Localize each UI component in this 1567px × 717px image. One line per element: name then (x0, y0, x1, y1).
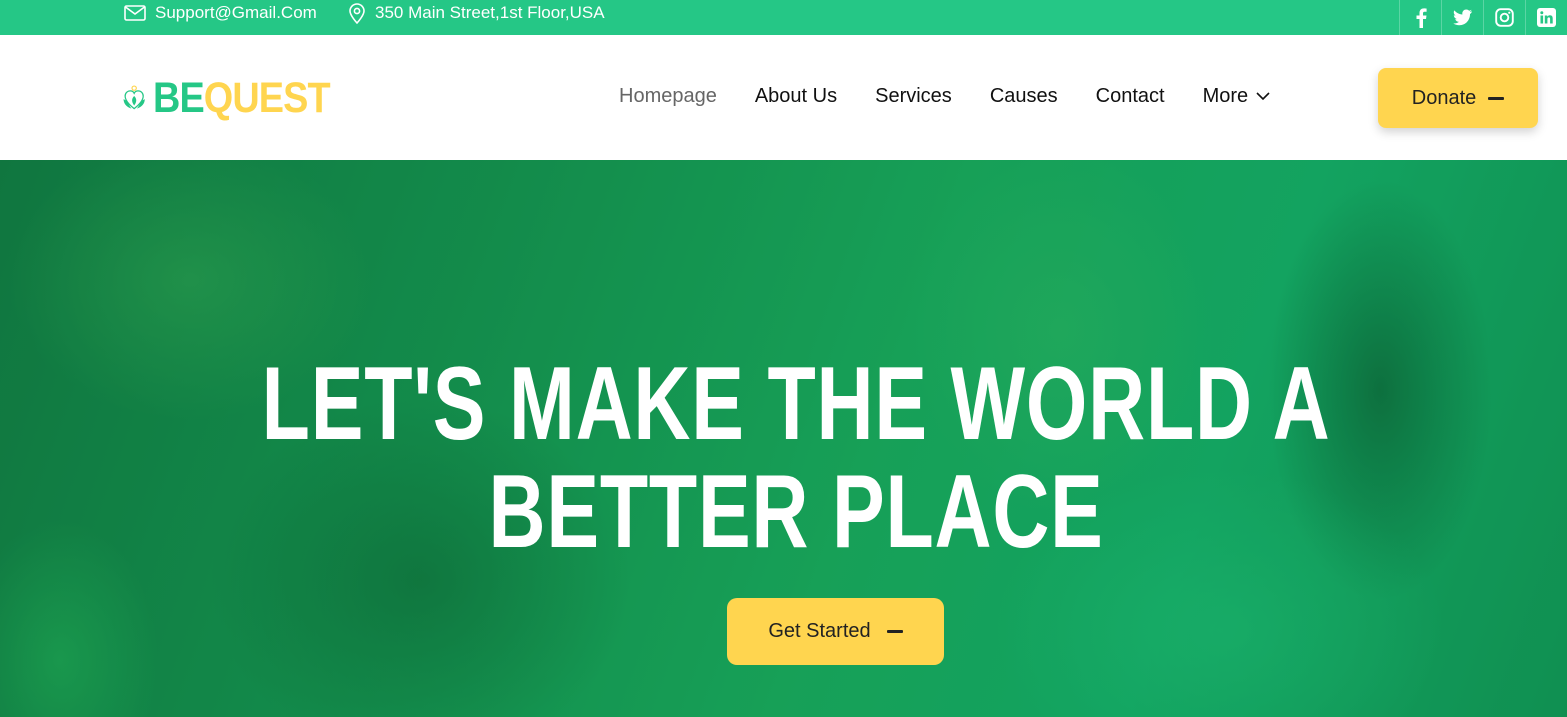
nav-item-services[interactable]: Services (875, 85, 952, 108)
nav-label: Homepage (619, 85, 717, 107)
logo-text-be: BE (153, 73, 205, 122)
hero-title-line2: BETTER PLACE (488, 454, 1104, 570)
twitter-icon (1453, 8, 1472, 27)
linkedin-icon (1537, 8, 1556, 27)
address-contact: 350 Main Street,1st Floor,USA (348, 0, 605, 26)
email-text: Support@Gmail.Com (155, 3, 317, 22)
heart-hands-logo-icon (123, 85, 145, 110)
nav-item-homepage[interactable]: Homepage (619, 85, 717, 108)
social-links (1399, 0, 1567, 35)
donate-label: Donate (1411, 86, 1477, 109)
top-bar: Support@Gmail.Com 350 Main Street,1st Fl… (0, 0, 1567, 35)
nav-item-causes[interactable]: Causes (990, 85, 1058, 108)
logo-text-quest: QUEST (203, 73, 331, 122)
email-contact[interactable]: Support@Gmail.Com (124, 0, 317, 26)
nav-item-more[interactable]: More (1203, 85, 1271, 108)
chevron-down-icon (1256, 92, 1270, 101)
hero-title: LET'S MAKE THE WORLD A BETTER PLACE (201, 350, 1392, 566)
nav-label: More (1202, 85, 1249, 107)
site-header: BEQUEST Homepage About Us Services Cause… (0, 35, 1567, 160)
nav-label: About Us (754, 85, 838, 107)
nav-item-about-us[interactable]: About Us (755, 85, 837, 108)
hero-title-line1: LET'S MAKE THE WORLD A (261, 346, 1331, 462)
map-pin-icon (349, 2, 365, 24)
facebook-link[interactable] (1399, 0, 1441, 35)
main-nav: Homepage About Us Services Causes Contac… (619, 85, 1308, 108)
bequest-logo[interactable]: BEQUEST (122, 63, 354, 133)
logo-wordmark: BEQUEST (153, 73, 331, 122)
nav-label: Services (875, 85, 952, 107)
address-text: 350 Main Street,1st Floor,USA (375, 3, 605, 22)
dash-icon (886, 630, 903, 633)
instagram-link[interactable] (1483, 0, 1525, 35)
linkedin-link[interactable] (1525, 0, 1567, 35)
facebook-icon (1411, 7, 1430, 28)
dash-icon (1488, 96, 1505, 100)
instagram-icon (1495, 8, 1514, 27)
twitter-link[interactable] (1441, 0, 1483, 35)
donate-button[interactable]: Donate (1378, 68, 1538, 128)
nav-item-contact[interactable]: Contact (1096, 85, 1165, 108)
nav-label: Contact (1095, 85, 1165, 107)
envelope-icon (124, 5, 146, 21)
get-started-label: Get Started (768, 620, 871, 642)
get-started-button[interactable]: Get Started (727, 598, 944, 665)
hero-section: LET'S MAKE THE WORLD A BETTER PLACE Get … (0, 160, 1567, 717)
nav-label: Causes (989, 85, 1058, 107)
